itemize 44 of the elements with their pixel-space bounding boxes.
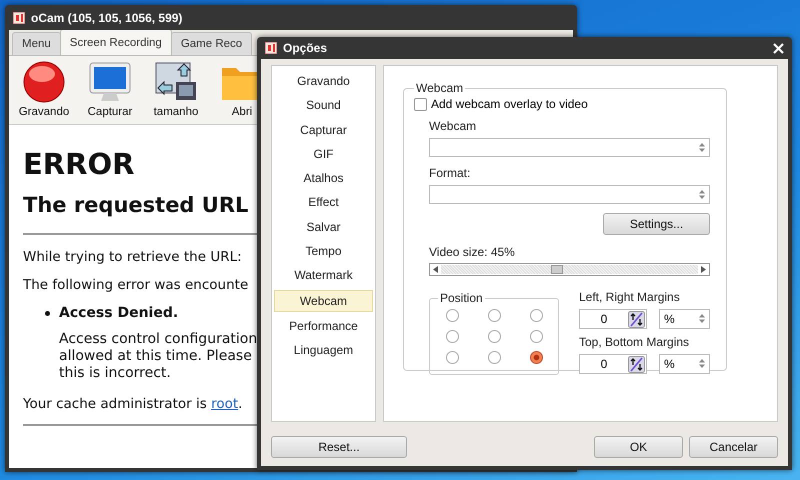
field-label: Format: [429,166,472,180]
category-item[interactable]: Gravando [274,71,373,91]
tab[interactable]: Game Reco [170,32,252,55]
category-item[interactable]: Effect [274,192,373,212]
toolbar-button[interactable]: tamanho [147,60,205,122]
category-item[interactable]: Performance [274,316,373,336]
tab[interactable]: Menu [12,32,61,55]
error-heading: ERROR [23,147,134,181]
field-label: Top, Bottom Margins [579,335,690,349]
error-title: Access Denied. [59,305,178,321]
unit-value: % [664,357,675,371]
ok-button[interactable]: OK [594,436,683,458]
unit-dropdown[interactable]: % [659,354,710,374]
category-item[interactable]: Salvar [274,216,373,237]
cancel-button[interactable]: Cancelar [689,436,778,458]
paragraph: The following error was encounte [23,277,248,293]
reset-button[interactable]: Reset... [271,436,407,458]
category-item[interactable]: Capturar [274,120,373,140]
group-title: Webcam [415,81,464,95]
paragraph: While trying to retrieve the URL: [23,249,242,265]
slider-label: Video size: 45% [429,245,516,259]
field-label: Left, Right Margins [579,290,681,304]
group-title: Position [439,291,484,305]
admin-sentence: Your cache administrator is root. [23,396,242,412]
settings-button[interactable]: Settings... [603,213,710,235]
category-item[interactable]: Sound [274,95,373,116]
category-item[interactable]: Linguagem [274,340,373,360]
category-item[interactable]: Tempo [274,241,373,262]
window-title: oCam (105, 105, 1056, 599) [31,10,182,24]
category-item[interactable]: Webcam [274,290,373,312]
category-item[interactable]: Atalhos [274,168,373,188]
error-description: Access control configuration allowed at this time. Please this is incorrect. [59,331,258,382]
toolbar-button[interactable]: Capturar [81,60,139,122]
checkbox-label: Add webcam overlay to video [431,97,588,111]
unit-value: % [664,312,675,326]
field-label: Webcam [429,119,478,133]
category-item[interactable]: Watermark [274,265,373,286]
unit-dropdown[interactable]: % [659,309,710,329]
error-subheading: The requested URL [23,193,248,217]
tab[interactable]: Screen Recording [60,30,172,55]
toolbar-button[interactable]: Gravando [15,60,73,122]
category-item[interactable]: GIF [274,144,373,164]
admin-link[interactable]: root [211,396,238,412]
dialog-title: Opções [283,41,328,55]
